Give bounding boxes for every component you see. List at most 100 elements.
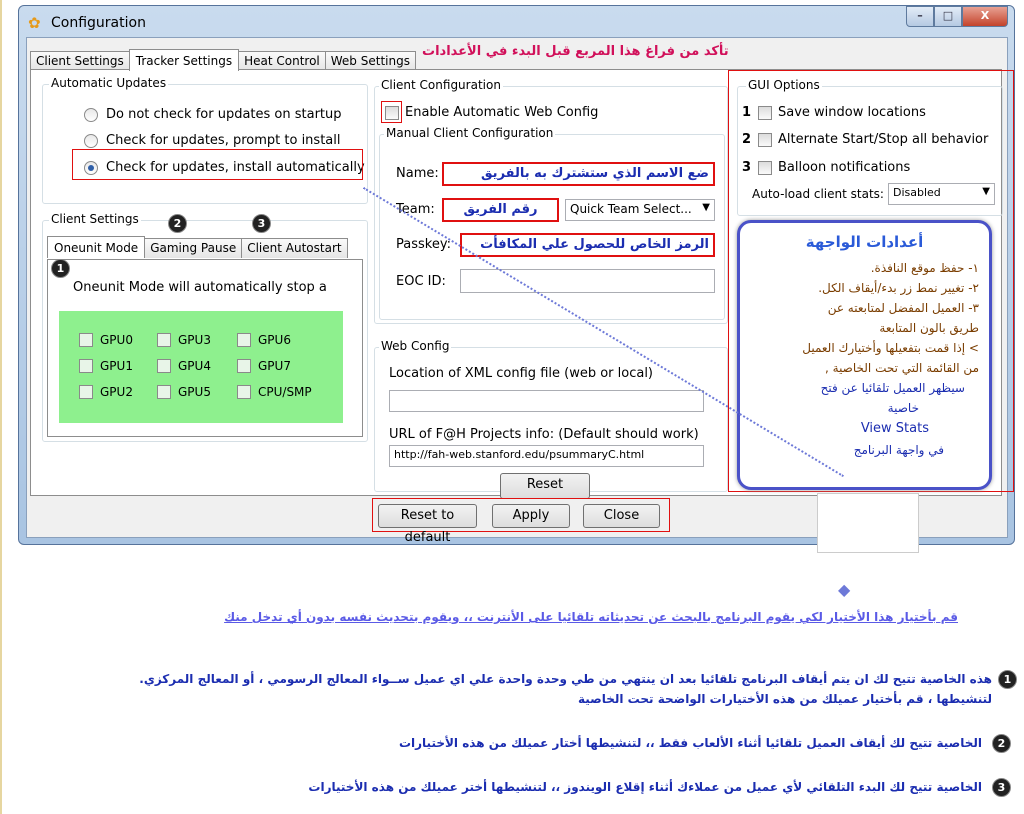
gpu-selection-panel: GPU0 GPU3 GPU6 GPU1 GPU4 GPU7 GPU2 GPU5 …: [59, 311, 343, 423]
window-title: Configuration: [51, 15, 146, 31]
configuration-window: ✿ Configuration – □ X Client Settings Tr…: [18, 5, 1015, 553]
chevron-down-icon: ▼: [982, 186, 990, 197]
explanation-badge-3: 3: [992, 778, 1011, 797]
xml-config-input[interactable]: [389, 390, 704, 412]
radio-prompt-install[interactable]: Check for updates, prompt to install: [84, 133, 340, 148]
manual-config-legend: Manual Client Configuration: [384, 126, 556, 140]
radio-label: Do not check for updates on startup: [106, 107, 342, 122]
info-line: ٣- العميل المفضل لمتابعته عن: [827, 301, 979, 315]
subtab-oneunit-mode[interactable]: Oneunit Mode: [47, 236, 146, 258]
minimize-button[interactable]: –: [906, 6, 934, 27]
badge-2: 2: [168, 214, 187, 233]
tab-web-settings[interactable]: Web Settings: [324, 51, 416, 70]
team-input[interactable]: رقم الفريق: [442, 198, 559, 222]
quick-team-select[interactable]: Quick Team Select... ▼: [565, 199, 715, 221]
gpu7-checkbox[interactable]: GPU7: [237, 359, 291, 373]
gui-options-group: GUI Options 1 Save window locations 2 Al…: [737, 78, 1003, 216]
explanation-oneunit-line2: لتنشيطها ، قم بأختيار عميلك من هذه الأخت…: [577, 692, 992, 706]
cpu-smp-checkbox[interactable]: CPU/SMP: [237, 385, 312, 399]
automatic-updates-group: Automatic Updates Do not check for updat…: [42, 76, 368, 204]
passkey-label: Passkey:: [396, 237, 451, 252]
team-select-value: Quick Team Select...: [570, 202, 692, 216]
passkey-input[interactable]: الرمز الخاص للحصول علي المكافأت: [460, 233, 715, 257]
automatic-updates-legend: Automatic Updates: [49, 76, 169, 90]
subtab-gaming-pause[interactable]: Gaming Pause: [144, 238, 243, 258]
arrow-head-icon: ◆: [838, 580, 851, 599]
reset-to-default-button[interactable]: Reset to default: [378, 504, 477, 545]
gpu5-checkbox[interactable]: GPU5: [157, 385, 211, 399]
gpu0-checkbox[interactable]: GPU0: [79, 333, 133, 347]
explanation-oneunit-line1: هذه الخاصية تتيح لك ان يتم أيقاف البرنام…: [139, 672, 992, 686]
web-config-group: Web Config Location of XML config file (…: [374, 339, 728, 499]
info-line: ١- حفظ موقع النافذة.: [870, 261, 979, 275]
web-config-legend: Web Config: [379, 339, 452, 353]
window-client-area: Client Settings Tracker Settings Heat Co…: [26, 37, 1014, 553]
tab-tracker-settings[interactable]: Tracker Settings: [128, 49, 240, 71]
radio-button[interactable]: [84, 133, 98, 148]
oneunit-description: Oneunit Mode will automatically stop a: [73, 280, 327, 295]
screenshot-canvas: ✿ Configuration – □ X Client Settings Tr…: [0, 0, 1024, 814]
close-window-button[interactable]: X: [962, 6, 1008, 27]
annotation-top: تأكد من فراغ هذا المربع قبل البدء في الأ…: [422, 44, 729, 59]
explanation-auto-update: قم بأختيار هذا الأختيار لكي يقوم البرنام…: [224, 610, 958, 624]
eoc-id-label: EOC ID:: [396, 274, 446, 289]
explanation-badge-1: 1: [998, 670, 1017, 689]
gui-options-legend: GUI Options: [746, 78, 822, 92]
badge-1: 1: [51, 259, 70, 278]
title-bar[interactable]: ✿ Configuration – □ X: [19, 6, 1014, 38]
enable-web-config-checkbox[interactable]: Enable Automatic Web Config: [385, 105, 598, 120]
client-configuration-group: Client Configuration Enable Automatic We…: [374, 78, 728, 324]
alternate-start-stop-checkbox[interactable]: Alternate Start/Stop all behavior: [758, 132, 988, 147]
client-settings-subtabs: Oneunit Mode Gaming Pause Client Autosta…: [47, 236, 348, 258]
radio-label: Check for updates, prompt to install: [106, 133, 341, 148]
reset-button[interactable]: Reset: [500, 473, 590, 499]
projects-url-input[interactable]: http://fah-web.stanford.edu/psummaryC.ht…: [389, 445, 704, 467]
autoload-stats-select[interactable]: Disabled ▼: [888, 183, 995, 205]
apply-button[interactable]: Apply: [492, 504, 570, 528]
info-line: ٢- تغيير نمط زر بدء/أيقاف الكل.: [818, 281, 979, 295]
client-settings-group: Client Settings 2 3 Oneunit Mode Gaming …: [42, 212, 368, 442]
info-line: في واجهة البرنامج: [853, 443, 944, 457]
gpu1-checkbox[interactable]: GPU1: [79, 359, 133, 373]
gui-info-box: أعدادات الواجهة ١- حفظ موقع النافذة. ٢- …: [737, 220, 992, 490]
subtab-client-autostart[interactable]: Client Autostart: [241, 238, 348, 258]
info-line-view-stats: View Stats: [860, 421, 929, 436]
app-icon: ✿: [28, 14, 41, 32]
highlight-web-config: [381, 101, 402, 123]
info-line: خاصية: [887, 401, 919, 415]
gpu2-checkbox[interactable]: GPU2: [79, 385, 133, 399]
client-configuration-legend: Client Configuration: [379, 78, 503, 92]
eoc-id-input[interactable]: [460, 269, 715, 293]
checkbox-label: Enable Automatic Web Config: [405, 105, 599, 120]
badge-3: 3: [252, 214, 271, 233]
client-settings-legend: Client Settings: [49, 212, 141, 226]
radio-button[interactable]: [84, 107, 98, 122]
info-line: من القائمة التي تحت الخاصية ,: [825, 361, 979, 375]
tab-client-settings[interactable]: Client Settings: [30, 51, 130, 70]
gpu4-checkbox[interactable]: GPU4: [157, 359, 211, 373]
xml-config-label: Location of XML config file (web or loca…: [389, 366, 653, 381]
save-window-locations-checkbox[interactable]: Save window locations: [758, 105, 926, 120]
info-box-title: أعدادات الواجهة: [805, 233, 924, 251]
radio-no-check[interactable]: Do not check for updates on startup: [84, 107, 342, 122]
gui-num-2: 2: [742, 132, 752, 147]
gpu6-checkbox[interactable]: GPU6: [237, 333, 291, 347]
maximize-button[interactable]: □: [934, 6, 962, 27]
name-input[interactable]: ضع الاسم الذي ستشترك به بالفريق: [442, 162, 715, 186]
chevron-down-icon: ▼: [702, 202, 710, 213]
balloon-notifications-checkbox[interactable]: Balloon notifications: [758, 160, 910, 175]
gui-num-1: 1: [742, 105, 752, 120]
close-button[interactable]: Close: [583, 504, 660, 528]
tab-heat-control[interactable]: Heat Control: [238, 51, 326, 70]
info-line: سيظهر العميل تلقائيا عن فتح: [820, 381, 965, 395]
explanation-autostart: الخاصية تتيح لك البدء التلقائي لأي عميل …: [308, 780, 982, 794]
tracker-settings-panel: Automatic Updates Do not check for updat…: [30, 69, 1014, 499]
main-tabs: Client Settings Tracker Settings Heat Co…: [30, 48, 416, 71]
explanation-badge-2: 2: [992, 734, 1011, 753]
name-label: Name:: [396, 166, 439, 181]
info-line: > إذا قمت بتفعيلها وأختيارك العميل: [802, 341, 979, 355]
blank-area: [817, 493, 919, 553]
oneunit-mode-panel: 1 Oneunit Mode will automatically stop a…: [47, 259, 363, 437]
gpu3-checkbox[interactable]: GPU3: [157, 333, 211, 347]
explanation-gaming-pause: الخاصية تتيح لك أيقاف العميل تلقائيا أثن…: [398, 736, 982, 750]
